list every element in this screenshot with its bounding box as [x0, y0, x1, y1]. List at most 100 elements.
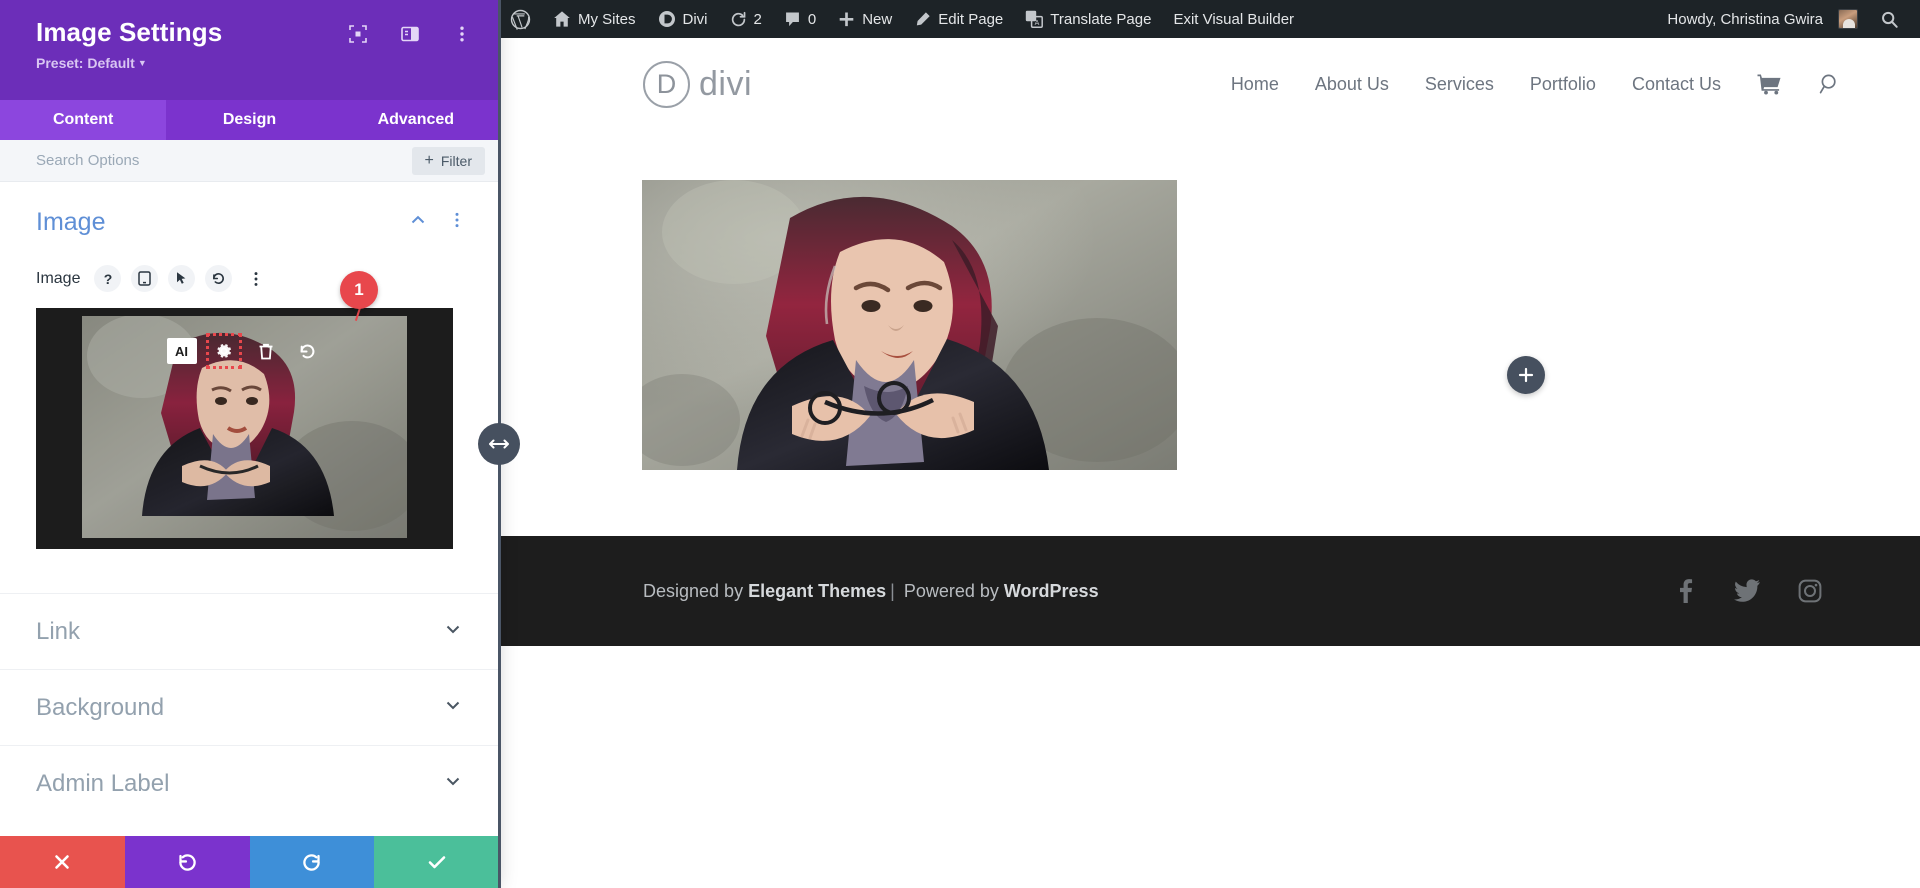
- panel-body: Image Image ?: [0, 182, 499, 836]
- search-options-bar: + Filter: [0, 140, 499, 182]
- chevron-up-icon[interactable]: [409, 211, 427, 234]
- admin-bar-my-sites[interactable]: My Sites: [542, 0, 647, 38]
- tab-advanced[interactable]: Advanced: [333, 100, 499, 140]
- hero-image-module[interactable]: [642, 180, 1177, 470]
- reset-image-button[interactable]: [293, 336, 323, 366]
- split-view-icon[interactable]: [399, 23, 421, 45]
- admin-bar-right: Howdy, Christina Gwira: [1656, 0, 1920, 38]
- focus-expand-icon[interactable]: [347, 23, 369, 45]
- ai-generate-button[interactable]: AI: [167, 338, 197, 364]
- twitter-icon[interactable]: [1734, 579, 1760, 603]
- admin-bar-divi[interactable]: Divi: [647, 0, 719, 38]
- admin-bar-updates[interactable]: 2: [719, 0, 773, 38]
- step-badge-1: 1: [340, 271, 378, 309]
- svg-text:A: A: [1035, 20, 1040, 27]
- hover-icon[interactable]: [168, 265, 195, 292]
- panel-tabs: Content Design Advanced: [0, 100, 499, 140]
- footer-social-links: [1674, 579, 1822, 603]
- site-navigation: Home About Us Services Portfolio Contact…: [1231, 72, 1842, 96]
- instagram-icon[interactable]: [1798, 579, 1822, 603]
- admin-bar-exit-visual-builder-label: Exit Visual Builder: [1173, 11, 1294, 28]
- divi-visual-builder-screen: Image Settings Preset: Default▼: [0, 0, 1920, 888]
- avatar: [1838, 9, 1858, 29]
- divi-logo-text: divi: [699, 65, 752, 104]
- nav-item-portfolio[interactable]: Portfolio: [1530, 74, 1596, 95]
- wordpress-admin-bar: My Sites Divi 2 0: [499, 0, 1920, 38]
- resize-grip[interactable]: [478, 423, 520, 465]
- cancel-button[interactable]: [0, 836, 125, 888]
- chevron-down-icon: [443, 771, 463, 796]
- tab-content[interactable]: Content: [0, 100, 166, 140]
- site-logo[interactable]: D divi: [643, 61, 752, 108]
- footer-powered-by: Powered by: [899, 581, 1004, 601]
- help-icon[interactable]: ?: [94, 265, 121, 292]
- admin-bar-my-sites-label: My Sites: [578, 11, 636, 28]
- section-more-icon[interactable]: [449, 211, 465, 234]
- undo-button[interactable]: [125, 836, 250, 888]
- updates-icon: [730, 11, 747, 28]
- nav-item-home[interactable]: Home: [1231, 74, 1279, 95]
- delete-image-button[interactable]: [251, 336, 281, 366]
- nav-item-contact-us[interactable]: Contact Us: [1632, 74, 1721, 95]
- nav-item-about-us[interactable]: About Us: [1315, 74, 1389, 95]
- search-icon[interactable]: [1818, 72, 1842, 96]
- more-options-icon[interactable]: [451, 23, 473, 45]
- cart-icon[interactable]: [1757, 73, 1782, 95]
- add-module-button[interactable]: [1507, 356, 1545, 394]
- wordpress-logo-icon: [510, 9, 531, 30]
- nav-item-services[interactable]: Services: [1425, 74, 1494, 95]
- footer-platform[interactable]: WordPress: [1004, 581, 1099, 601]
- admin-bar-exit-visual-builder[interactable]: Exit Visual Builder: [1162, 0, 1305, 38]
- admin-bar-greeting: Howdy, Christina Gwira: [1667, 11, 1823, 28]
- section-admin-label[interactable]: Admin Label: [0, 745, 499, 821]
- section-link-label: Link: [36, 618, 80, 646]
- responsive-icon[interactable]: [131, 265, 158, 292]
- admin-bar-account[interactable]: Howdy, Christina Gwira: [1656, 0, 1869, 38]
- admin-bar-new[interactable]: New: [827, 0, 903, 38]
- page-canvas: Designed by Elegant Themes| Powered by W…: [499, 130, 1920, 888]
- admin-bar-edit-page-label: Edit Page: [938, 11, 1003, 28]
- image-field-label: Image: [36, 270, 80, 288]
- search-icon: [1880, 10, 1899, 29]
- redo-button[interactable]: [250, 836, 375, 888]
- section-link[interactable]: Link: [0, 593, 499, 669]
- facebook-icon[interactable]: [1674, 579, 1696, 603]
- image-field-row: Image ?: [36, 265, 465, 292]
- footer-designer[interactable]: Elegant Themes: [748, 581, 886, 601]
- image-section-title: Image: [36, 208, 105, 237]
- search-input[interactable]: [36, 152, 412, 169]
- admin-bar-left: My Sites Divi 2 0: [499, 0, 1305, 38]
- chevron-down-icon: ▼: [138, 58, 147, 68]
- divi-logo-mark: D: [643, 61, 690, 108]
- edit-page-icon: [914, 11, 931, 28]
- admin-bar-divi-label: Divi: [683, 11, 708, 28]
- admin-bar-translate-page[interactable]: A Translate Page: [1014, 0, 1162, 38]
- preset-selector[interactable]: Preset: Default▼: [36, 55, 475, 71]
- site-header: D divi Home About Us Services Portfolio …: [499, 38, 1920, 130]
- translate-icon: A: [1025, 10, 1043, 28]
- chevron-down-icon: [443, 619, 463, 644]
- filter-button-label: Filter: [441, 153, 472, 169]
- panel-header: Image Settings Preset: Default▼: [0, 0, 499, 100]
- reset-icon[interactable]: [205, 265, 232, 292]
- admin-bar-wp-logo[interactable]: [499, 0, 542, 38]
- admin-bar-edit-page[interactable]: Edit Page: [903, 0, 1014, 38]
- admin-bar-search[interactable]: [1869, 0, 1910, 38]
- resize-horizontal-icon: [488, 437, 510, 451]
- image-settings-gear-button[interactable]: [209, 336, 239, 366]
- field-more-icon[interactable]: [242, 265, 269, 292]
- site-footer: Designed by Elegant Themes| Powered by W…: [499, 536, 1920, 646]
- filter-button[interactable]: + Filter: [412, 147, 485, 175]
- section-background-label: Background: [36, 694, 164, 722]
- save-button[interactable]: [374, 836, 499, 888]
- tab-design[interactable]: Design: [166, 100, 332, 140]
- footer-credit: Designed by Elegant Themes| Powered by W…: [643, 581, 1099, 602]
- footer-designed-by: Designed by: [643, 581, 748, 601]
- admin-bar-comments[interactable]: 0: [773, 0, 827, 38]
- section-admin-label-label: Admin Label: [36, 770, 169, 798]
- image-section-header[interactable]: Image: [36, 208, 465, 243]
- section-background[interactable]: Background: [0, 669, 499, 745]
- admin-bar-updates-count: 2: [754, 11, 762, 28]
- image-section-actions: [409, 211, 465, 234]
- image-preview[interactable]: AI: [36, 308, 453, 549]
